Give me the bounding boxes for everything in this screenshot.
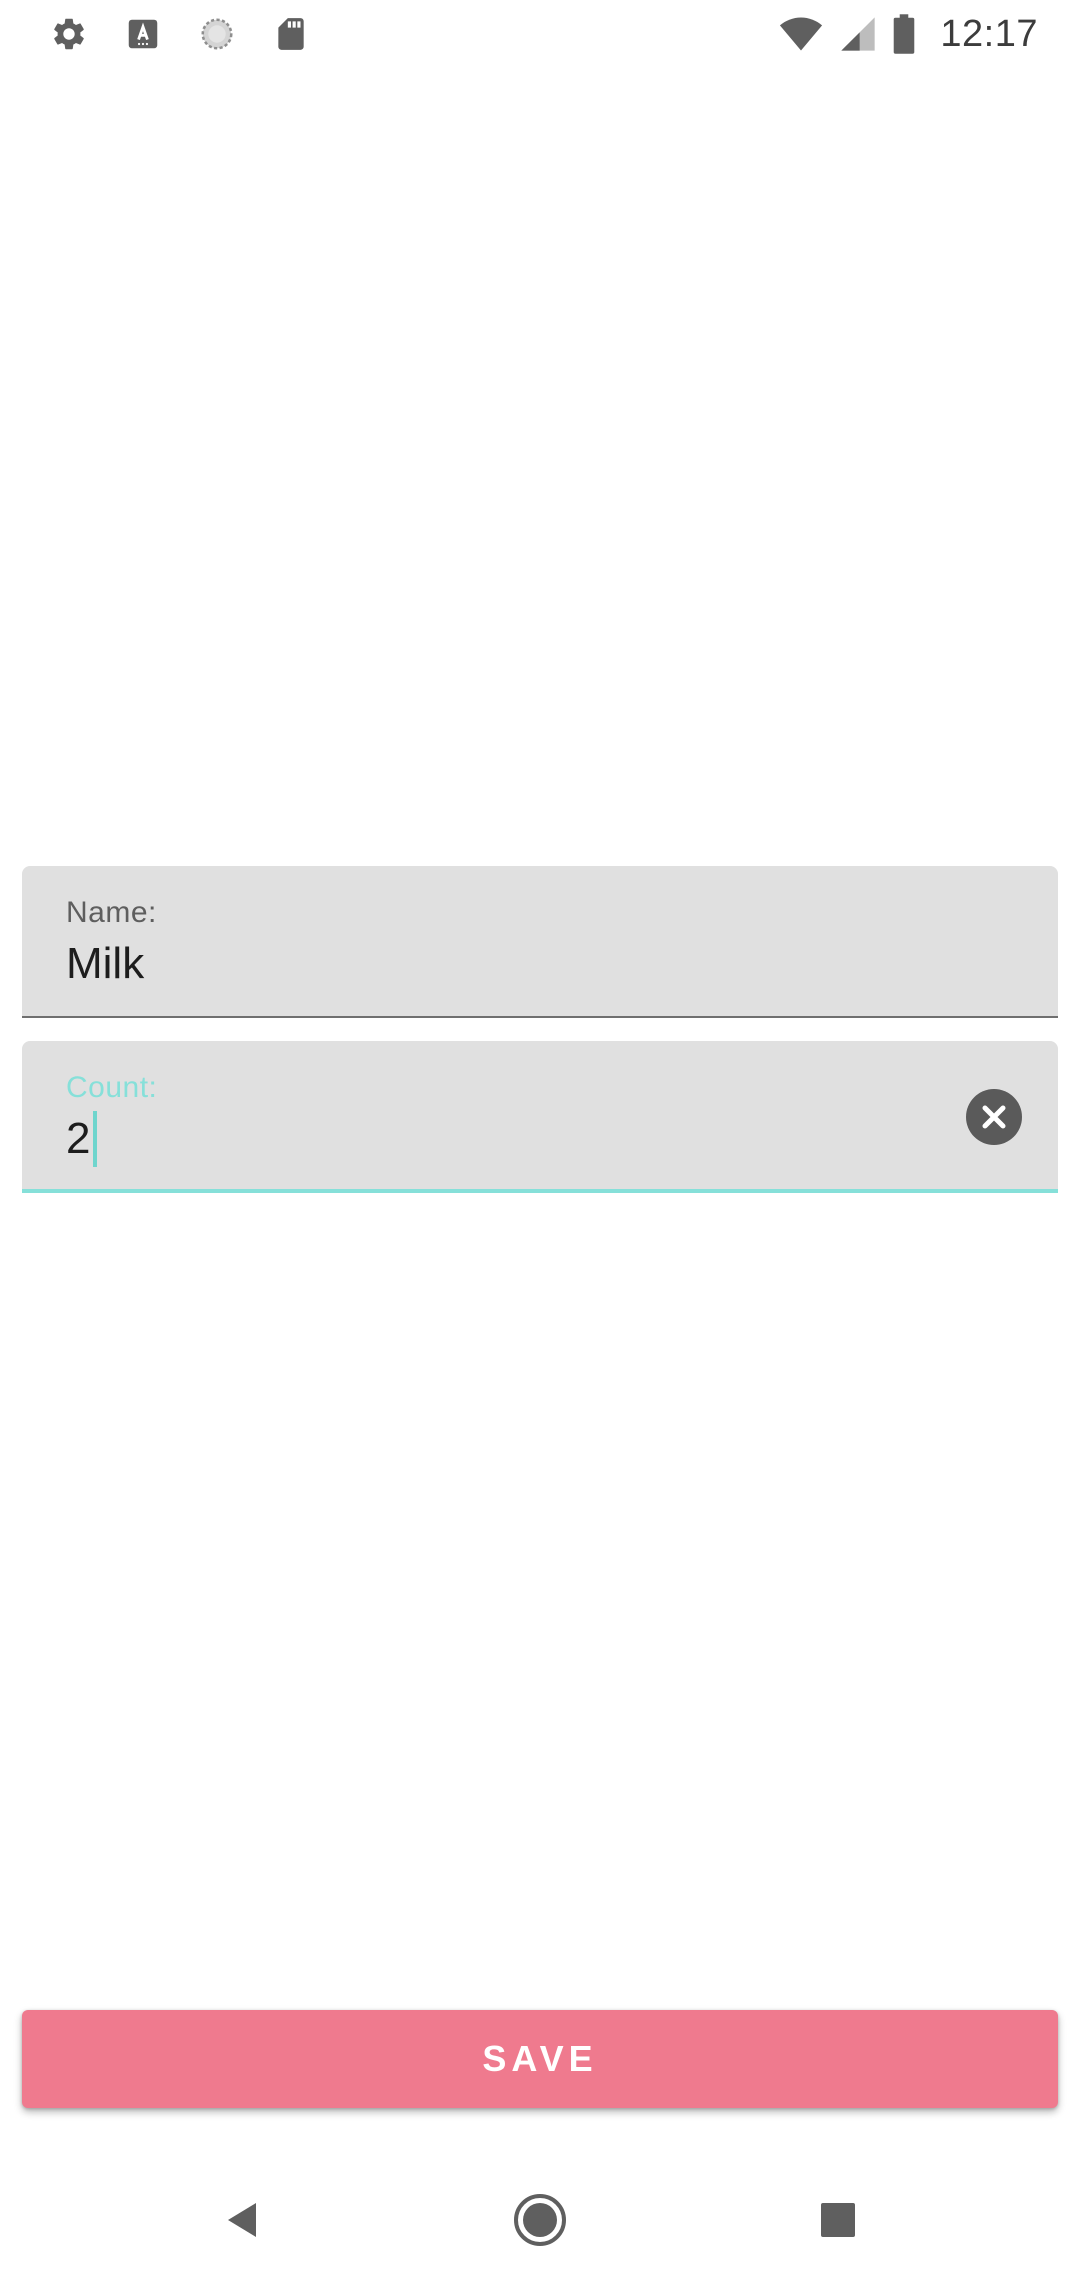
save-button[interactable]: SAVE: [22, 2010, 1058, 2108]
recents-button[interactable]: [808, 2190, 868, 2250]
count-field[interactable]: Count: 2: [22, 1041, 1058, 1193]
home-button[interactable]: [510, 2190, 570, 2250]
name-input-value: Milk: [66, 939, 145, 988]
keyboard-a-icon: [124, 15, 162, 53]
back-icon: [228, 2203, 256, 2237]
settings-icon: [50, 15, 88, 53]
name-field[interactable]: Name: Milk: [22, 866, 1058, 1018]
name-field-label: Name:: [66, 896, 157, 929]
name-input[interactable]: Milk: [66, 936, 144, 992]
recents-icon: [821, 2203, 855, 2237]
sd-card-icon: [272, 15, 310, 53]
sync-circle-icon: [198, 15, 236, 53]
status-bar-system: 12:17: [778, 12, 1038, 56]
clock: 12:17: [940, 12, 1038, 55]
count-input-value: 2: [66, 1114, 91, 1163]
save-button-label: SAVE: [482, 2038, 598, 2079]
clear-button[interactable]: [966, 1089, 1022, 1145]
back-button[interactable]: [212, 2190, 272, 2250]
battery-icon: [892, 13, 916, 55]
status-bar: 12:17: [0, 0, 1080, 66]
clear-circle-icon: [982, 1105, 1006, 1129]
count-field-label: Count:: [66, 1071, 158, 1104]
home-icon: [514, 2194, 566, 2246]
text-cursor: [93, 1111, 98, 1167]
count-input[interactable]: 2: [66, 1111, 98, 1167]
navigation-bar: [0, 2160, 1080, 2280]
wifi-icon: [778, 12, 824, 56]
cell-signal-icon: [838, 13, 878, 55]
status-bar-notifications: [50, 14, 310, 54]
